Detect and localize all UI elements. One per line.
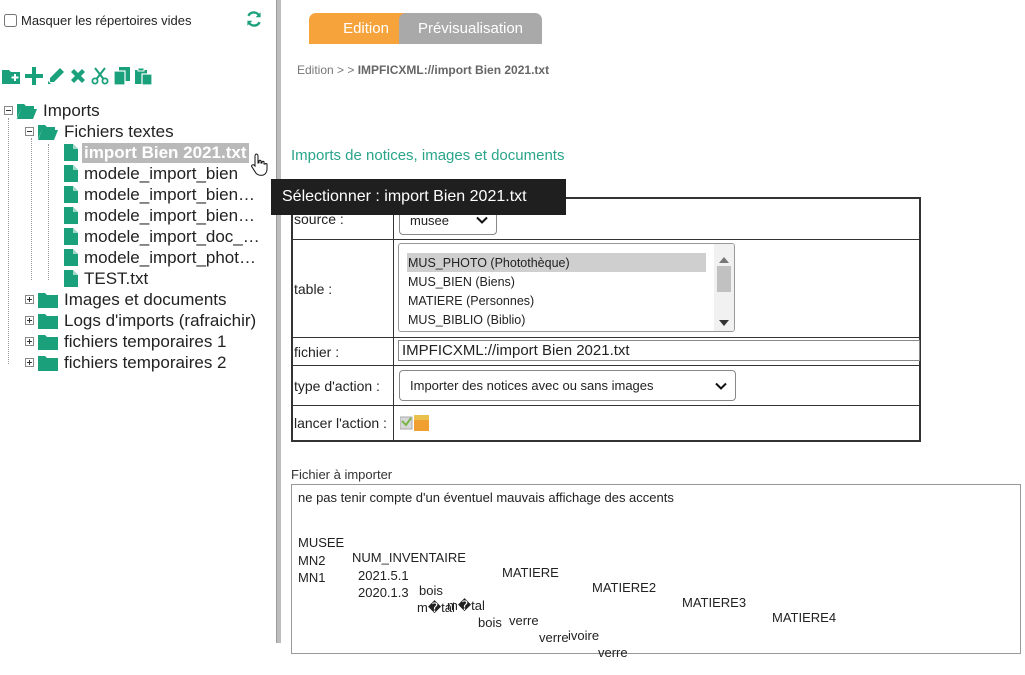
edit-icon[interactable]: [46, 66, 65, 85]
tab-previsualisation[interactable]: Prévisualisation: [399, 13, 542, 44]
hide-empty-folders-option[interactable]: Masquer les répertoires vides: [4, 13, 192, 28]
file-content-label: Fichier à importer: [291, 467, 393, 482]
add-icon[interactable]: [24, 66, 43, 85]
tree-node-logs-imports[interactable]: Logs d'imports (rafraichir): [25, 310, 258, 331]
file-content-textarea[interactable]: ne pas tenir compte d'un éventuel mauvai…: [291, 484, 1021, 660]
tree-node-images-documents[interactable]: Images et documents: [25, 289, 229, 310]
table-row: table : MUS_PHOTO (Photothèque) MUS_BIEN…: [293, 240, 919, 338]
tree-node-fichiers-temporaires-1[interactable]: fichiers temporaires 1: [25, 331, 229, 352]
tree-node-imports[interactable]: Imports: [4, 100, 102, 121]
folder-icon: [38, 355, 58, 371]
tree-file-item[interactable]: TEST.txt: [64, 268, 150, 289]
run-action-row: lancer l'action :: [293, 406, 919, 440]
expand-icon[interactable]: [25, 316, 34, 325]
folder-icon: [38, 334, 58, 350]
collapse-icon[interactable]: [4, 106, 13, 115]
table-option[interactable]: MUS_PHOTO (Photothèque): [407, 253, 706, 272]
chevron-down-icon: [715, 378, 727, 393]
main-panel: Edition Prévisualisation Edition > > IMP…: [271, 0, 1025, 660]
tree-toolbar: [2, 66, 153, 85]
file-content-note: ne pas tenir compte d'un éventuel mauvai…: [298, 490, 674, 505]
refresh-icon[interactable]: [245, 10, 263, 28]
folder-icon: [38, 313, 58, 329]
collapse-icon[interactable]: [25, 127, 34, 136]
file-icon: [64, 270, 78, 287]
tree-node-fichiers-temporaires-2[interactable]: fichiers temporaires 2: [25, 352, 229, 373]
tree-file-item[interactable]: modele_import_bien…: [64, 205, 257, 226]
copy-icon[interactable]: [112, 66, 131, 85]
folder-open-icon: [38, 124, 58, 140]
table-option[interactable]: MUS_BIBLIO (Biblio): [407, 310, 706, 329]
file-content-line: MN2 2021.5.1 bois m�tal verre ivoire: [298, 553, 600, 643]
breadcrumb-prefix: Edition > >: [297, 63, 358, 77]
hide-empty-folders-checkbox[interactable]: [4, 14, 17, 27]
file-icon: [64, 165, 78, 182]
run-action-label: lancer l'action :: [293, 406, 394, 440]
delete-icon[interactable]: [68, 66, 87, 85]
file-icon: [64, 228, 78, 245]
hide-empty-folders-label: Masquer les répertoires vides: [21, 13, 192, 28]
run-action-icon[interactable]: [399, 413, 430, 438]
scrollbar-thumb[interactable]: [717, 266, 731, 292]
file-tree-panel: Masquer les répertoires vides Imports Fi…: [0, 0, 276, 643]
folder-open-icon: [17, 103, 37, 119]
tooltip: Sélectionner : import Bien 2021.txt: [271, 179, 566, 215]
file-content-line: MN1 2020.1.3 m�tal bois verre verre: [298, 570, 628, 660]
fichier-input[interactable]: IMPFICXML://import Bien 2021.txt: [398, 340, 920, 361]
import-form: source : musee table : MUS_PHOTO (Photot…: [291, 197, 921, 442]
listbox-scrollbar[interactable]: [714, 244, 734, 331]
action-type-select[interactable]: Importer des notices avec ou sans images: [399, 370, 736, 401]
tree-file-item[interactable]: modele_import_phot…: [64, 247, 258, 268]
file-icon: [64, 144, 78, 161]
fichier-row: fichier : IMPFICXML://import Bien 2021.t…: [293, 338, 920, 366]
scroll-down-icon[interactable]: [719, 314, 729, 331]
hand-cursor-icon: [251, 152, 271, 181]
expand-icon[interactable]: [25, 358, 34, 367]
file-icon: [64, 207, 78, 224]
action-type-row: type d'action : Importer des notices ave…: [293, 366, 919, 406]
breadcrumb: Edition > > IMPFICXML://import Bien 2021…: [297, 63, 549, 77]
tree-file-item[interactable]: modele_import_bien…: [64, 184, 257, 205]
tree-node-fichiers-textes[interactable]: Fichiers textes: [25, 121, 176, 142]
tree-file-item[interactable]: import Bien 2021.txt: [64, 142, 249, 163]
folder-icon: [38, 292, 58, 308]
new-folder-icon[interactable]: [2, 66, 21, 85]
file-icon: [64, 186, 78, 203]
action-type-select-value: Importer des notices avec ou sans images: [410, 378, 654, 393]
fichier-label: fichier :: [293, 338, 394, 365]
table-option[interactable]: MUS_BIEN (Biens): [407, 272, 706, 291]
section-title: Imports de notices, images et documents: [291, 147, 565, 164]
table-listbox[interactable]: MUS_PHOTO (Photothèque) MUS_BIEN (Biens)…: [398, 243, 735, 332]
tree-file-item[interactable]: modele_import_bien: [64, 163, 240, 184]
table-option[interactable]: MATIERE (Personnes): [407, 291, 706, 310]
paste-icon[interactable]: [134, 66, 153, 85]
action-type-label: type d'action :: [293, 366, 394, 405]
cut-icon[interactable]: [90, 66, 109, 85]
breadcrumb-current: IMPFICXML://import Bien 2021.txt: [357, 63, 550, 77]
tree-file-item[interactable]: modele_import_doc_…: [64, 226, 262, 247]
file-content-header: MUSEE NUM_INVENTAIRE MATIERE MATIERE2 MA…: [298, 535, 837, 625]
expand-icon[interactable]: [25, 295, 34, 304]
file-icon: [64, 249, 78, 266]
expand-icon[interactable]: [25, 337, 34, 346]
table-label: table :: [293, 240, 394, 337]
